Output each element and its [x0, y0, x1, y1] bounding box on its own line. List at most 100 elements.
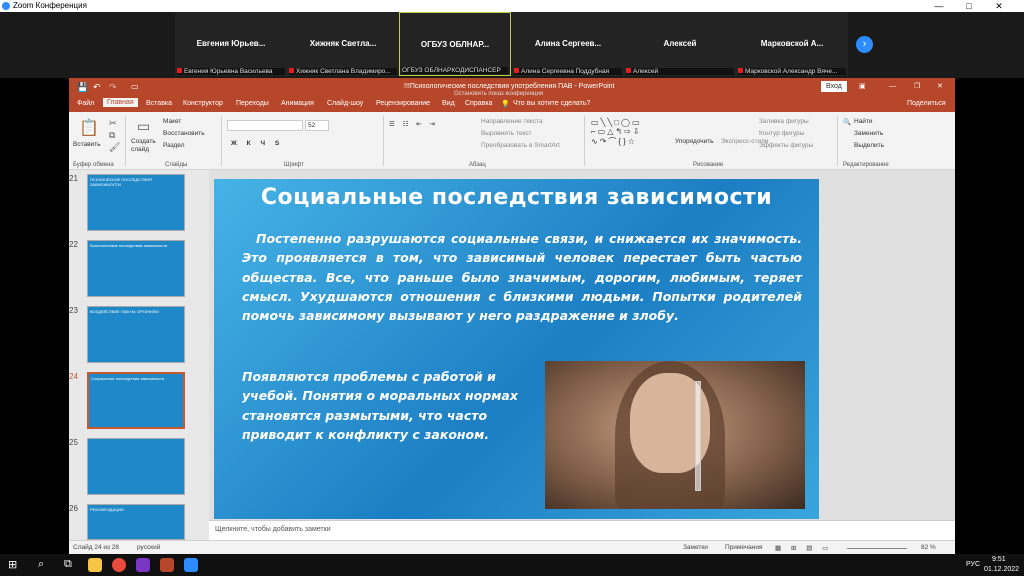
participant-tile[interactable]: Алина Сергеев... Алина Сергеевна Поддубна… — [512, 12, 624, 76]
maximize-icon[interactable]: □ — [954, 0, 984, 12]
participant-name: ОГБУЗ ОБЛНАР... — [420, 40, 490, 49]
slide-thumbnail[interactable]: ВОЗДЕЙСТВИЕ ПАВ НА ОРГАНИЗМ — [87, 306, 185, 363]
section-button[interactable]: Раздел — [163, 142, 184, 149]
find-icon[interactable]: 🔍 — [843, 118, 851, 126]
list-buttons[interactable]: ☰ ☷ ⇤ ⇥ — [389, 120, 438, 128]
minimize-icon[interactable]: — — [924, 0, 954, 12]
find-button[interactable]: Найти — [854, 118, 873, 125]
tab-review[interactable]: Рецензирование — [376, 100, 430, 107]
language-indicator[interactable]: русский — [137, 544, 160, 551]
slide-title[interactable]: Социальные последствия зависимости — [214, 185, 819, 210]
paste-icon[interactable]: 📋 — [79, 118, 99, 138]
app-icon[interactable] — [136, 558, 150, 572]
explorer-icon[interactable] — [88, 558, 102, 572]
participant-tile[interactable]: Марковской А... Марковской Александр Вяче… — [736, 12, 848, 76]
search-box[interactable]: Что вы хотите сделать? — [513, 100, 590, 107]
ppt-minimize-icon[interactable]: — — [889, 78, 896, 96]
clock-time[interactable]: 9:51 — [992, 556, 1006, 563]
shape-effects-button[interactable]: Эффекты фигуры — [759, 142, 813, 149]
mic-muted-icon — [738, 68, 743, 73]
participant-fullname-text: Марковской Александр Вяче... — [745, 68, 838, 75]
participant-fullname-text: Алина Сергеевна Поддубная — [521, 68, 610, 75]
slideshow-icon[interactable]: ▭ — [131, 78, 139, 96]
save-icon[interactable]: 💾 — [77, 78, 88, 96]
participant-fullname: Марковской Александр Вяче... — [738, 68, 846, 75]
zoom-level[interactable]: 82 % — [921, 544, 936, 551]
slide-body-text[interactable]: Постепенно разрушаются социальные связи,… — [242, 229, 802, 325]
arrange-button[interactable]: Упорядочить — [675, 138, 714, 145]
slide-thumbnail[interactable]: ПСИХИЧЕСКИЕ ПОСЛЕДСТВИЯ ЗАВИСИМОСТИ — [87, 174, 185, 231]
slide-thumbnail[interactable] — [87, 438, 185, 495]
redo-icon[interactable]: ↷ — [109, 78, 117, 96]
participant-tile[interactable]: Алексей Алексей — [624, 12, 736, 76]
shape-fill-button[interactable]: Заливка фигуры — [759, 118, 809, 125]
thumb-number: 23 — [69, 306, 78, 315]
next-page-icon[interactable]: › — [856, 36, 873, 53]
ppt-close-icon[interactable]: ✕ — [937, 78, 943, 96]
chrome-icon[interactable] — [112, 558, 126, 572]
mic-muted-icon — [177, 68, 182, 73]
zoom-taskbar-icon[interactable] — [184, 558, 198, 572]
slide-thumbnail[interactable]: Биологические последствия зависимости — [87, 240, 185, 297]
paste-button[interactable]: Вставить — [73, 141, 101, 148]
participant-name: Алина Сергеев... — [534, 39, 602, 48]
clock-date[interactable]: 01.12.2022 — [984, 566, 1019, 573]
ribbon-home: 📋 Вставить ✂ ⧉ 🖌 Буфер обмена ▭ Создать … — [69, 112, 955, 170]
tab-help[interactable]: Справка — [465, 100, 492, 107]
task-view-icon[interactable]: ⧉ — [64, 558, 72, 571]
group-drawing: Рисование — [693, 162, 724, 168]
notes-pane[interactable]: Щелкните, чтобы добавить заметки — [209, 520, 955, 540]
participant-fullname-text: Алексей — [633, 68, 659, 75]
participant-tile-active[interactable]: ОГБУЗ ОБЛНАР... ОГБУЗ ОБЛНАРКОДИСПАНСЕР — [399, 12, 511, 76]
tab-insert[interactable]: Вставка — [146, 100, 172, 107]
slide-thumbnail[interactable]: РЕКОМЕНДАЦИИ — [87, 504, 185, 540]
slide-thumbnail-selected[interactable]: Социальные последствия зависимости — [87, 372, 185, 429]
view-buttons[interactable]: ▦ ⊞ ▤ ▭ — [775, 544, 832, 552]
shape-outline-button[interactable]: Контур фигуры — [759, 130, 804, 137]
select-button[interactable]: Выделить — [854, 142, 884, 149]
comments-button[interactable]: Примечания — [725, 544, 763, 551]
notes-button[interactable]: Заметки — [683, 544, 708, 551]
login-button[interactable]: Вход — [821, 81, 847, 92]
new-slide-icon[interactable]: ▭ — [137, 118, 150, 135]
font-style-buttons[interactable]: Ж К Ч S — [231, 140, 283, 147]
cut-icon[interactable]: ✂ — [109, 118, 117, 129]
format-painter-icon[interactable]: 🖌 — [109, 142, 120, 153]
undo-icon[interactable]: ↶ — [93, 78, 101, 96]
ppt-maximize-icon[interactable]: ❐ — [914, 78, 920, 96]
tab-home[interactable]: Главная — [103, 98, 138, 107]
zoom-slider[interactable] — [847, 548, 907, 549]
input-language[interactable]: РУС — [966, 561, 980, 568]
copy-icon[interactable]: ⧉ — [109, 130, 115, 141]
ribbon-options-icon[interactable]: ▣ — [859, 78, 866, 96]
tab-design[interactable]: Конструктор — [183, 100, 223, 107]
tab-transitions[interactable]: Переходы — [236, 100, 269, 107]
search-taskbar-icon[interactable]: ⌕ — [38, 558, 44, 571]
start-icon[interactable]: ⊞ — [8, 558, 17, 571]
search-icon[interactable]: 💡 — [501, 100, 510, 108]
tab-slideshow[interactable]: Слайд-шоу — [327, 100, 363, 107]
slide-body-text-continued[interactable]: Появляются проблемы с работой и учебой. … — [242, 367, 532, 444]
participant-tile[interactable]: Хижняк Светла... Хижняк Светлана Владимир… — [287, 12, 399, 76]
font-size-field[interactable]: 52 — [305, 120, 329, 131]
shapes-gallery[interactable]: ▭╲╲□◯▭ ⌐▭△↰⇨⇩ ∿↷⌒{}☆ — [591, 118, 642, 147]
close-icon[interactable]: ✕ — [984, 0, 1014, 12]
replace-button[interactable]: Заменить — [854, 130, 883, 137]
powerpoint-icon[interactable] — [160, 558, 174, 572]
participant-fullname-text: Евгения Юрьевна Васильева — [184, 68, 273, 75]
tab-view[interactable]: Вид — [442, 100, 455, 107]
layout-button[interactable]: Макет — [163, 118, 181, 125]
tab-file[interactable]: Файл — [77, 100, 94, 107]
participant-tile[interactable]: Евгения Юрьев... Евгения Юрьевна Васильев… — [175, 12, 287, 76]
tab-animation[interactable]: Анимация — [281, 100, 314, 107]
align-text-button[interactable]: Выровнять текст — [481, 130, 532, 137]
current-slide[interactable]: Социальные последствия зависимости Посте… — [214, 179, 819, 519]
slide-counter: Слайд 24 из 28 — [73, 544, 120, 551]
smartart-button[interactable]: Преобразовать в SmartArt — [481, 142, 560, 149]
reset-button[interactable]: Восстановить — [163, 130, 205, 137]
text-direction-button[interactable]: Направление текста — [481, 118, 543, 125]
slide-photo[interactable] — [545, 361, 805, 509]
font-name-field[interactable] — [227, 120, 303, 131]
new-slide-button[interactable]: Создать слайд — [131, 138, 163, 154]
share-button[interactable]: Поделиться — [907, 100, 946, 107]
